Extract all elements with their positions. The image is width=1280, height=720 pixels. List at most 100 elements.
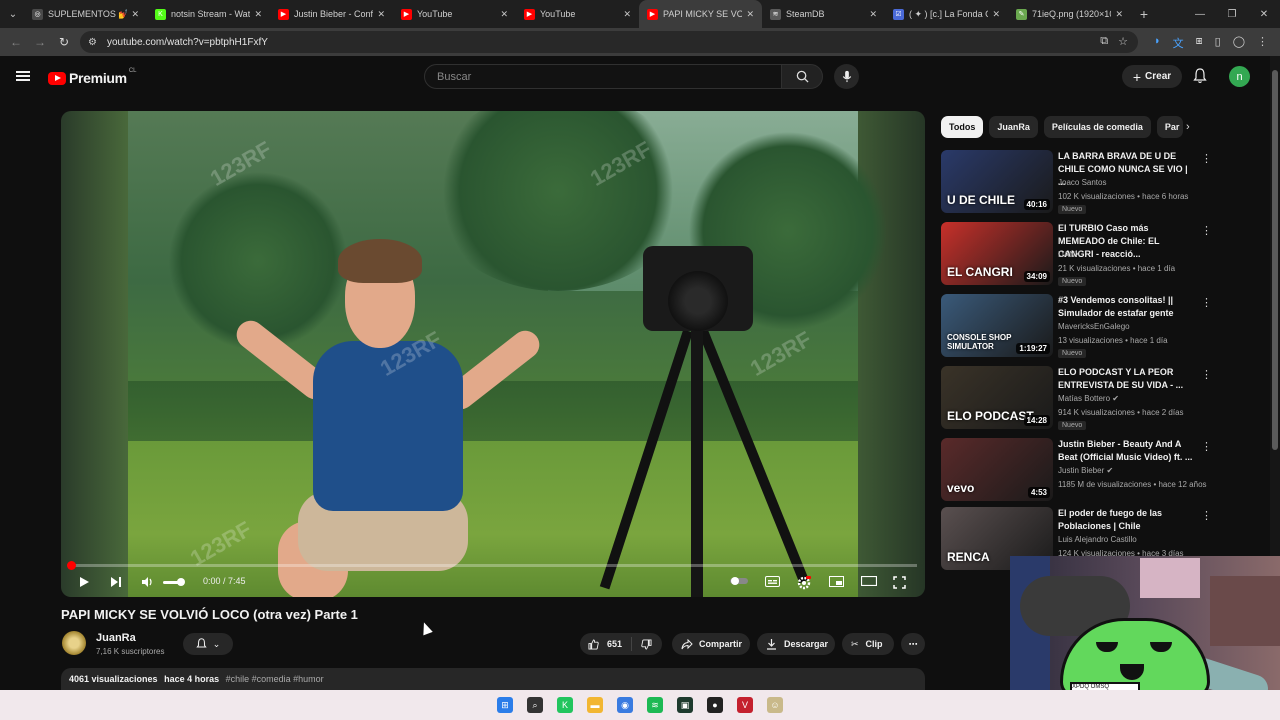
clip-button[interactable]: ✂ Clip (842, 633, 894, 655)
bookmark-star-icon[interactable]: ☆ (1118, 35, 1128, 48)
filter-chip[interactable]: JuanRa (989, 116, 1038, 138)
profile-icon[interactable]: ◯ (1233, 35, 1245, 51)
youtube-logo[interactable]: Premium CL (48, 68, 136, 86)
recommended-channel[interactable]: MavericksEnGalego (1058, 322, 1130, 331)
recommended-video[interactable]: U DE CHILE 40:16 LA BARRA BRAVA DE U DE CH… (941, 150, 1261, 216)
create-button[interactable]: + Crear (1122, 65, 1182, 88)
recommended-video[interactable]: vevo 4:53 Justin Bieber - Beauty And A Bea… (941, 438, 1261, 504)
more-vertical-icon[interactable]: ⋮ (1201, 509, 1212, 522)
hamburger-menu-icon[interactable] (16, 71, 30, 81)
tab-close-icon[interactable]: ✕ (623, 9, 631, 20)
kick-app-icon[interactable]: K (557, 697, 573, 713)
miniplayer-button[interactable] (829, 576, 844, 587)
video-thumbnail[interactable]: U DE CHILE 40:16 (941, 150, 1053, 213)
spotify-icon[interactable]: ≋ (647, 697, 663, 713)
more-vertical-icon[interactable]: ⋮ (1201, 152, 1212, 165)
recommended-video[interactable]: ELO PODCAST 14:28 ELO PODCAST Y LA PEOR EN… (941, 366, 1261, 432)
translate-icon[interactable]: 文 (1173, 35, 1184, 51)
recommended-channel[interactable]: Luis Alejandro Castillo (1058, 535, 1137, 544)
forward-button[interactable]: → (28, 35, 52, 49)
user-avatar[interactable]: n (1229, 66, 1250, 87)
share-button[interactable]: Compartir (672, 633, 750, 655)
discord-icon[interactable]: ☺ (767, 697, 783, 713)
video-thumbnail[interactable]: CONSOLE SHOP SIMULATOR 1:19:27 (941, 294, 1053, 357)
sidebar-icon[interactable]: ▯ (1215, 35, 1221, 51)
search-button[interactable] (781, 64, 823, 89)
puzzle-icon[interactable]: ⧆ (1196, 35, 1203, 51)
tab-close-icon[interactable]: ✕ (746, 9, 754, 20)
video-thumbnail[interactable]: vevo 4:53 (941, 438, 1053, 501)
browser-tab[interactable]: ≋ SteamDB ✕ (762, 0, 885, 28)
restore-icon[interactable]: ❐ (1216, 9, 1248, 20)
browser-tab[interactable]: Knotsin Stream - Watch✕ (147, 0, 270, 28)
obs-icon[interactable]: ● (707, 697, 723, 713)
terminal-icon[interactable]: ▣ (677, 697, 693, 713)
chrome-icon[interactable]: ◉ (617, 697, 633, 713)
new-tab-button[interactable]: + (1131, 6, 1157, 22)
hashtags[interactable]: #chile #comedia #humor (226, 674, 324, 684)
download-button[interactable]: Descargar (757, 633, 835, 655)
recommended-channel[interactable]: DANX (1058, 250, 1080, 259)
description-box[interactable]: 4061 visualizaciones hace 4 horas #chile… (61, 668, 925, 690)
video-thumbnail[interactable]: ELO PODCAST 14:28 (941, 366, 1053, 429)
browser-tab[interactable]: ✎ 71ieQ.png (1920×108 ✕ (1008, 0, 1131, 28)
recommended-video[interactable]: CONSOLE SHOP SIMULATOR 1:19:27 #3 Vendemos… (941, 294, 1261, 360)
browser-tab[interactable]: ☑ ( ✦ ) [c.] La Fonda Ch ✕ (885, 0, 1008, 28)
recommended-video[interactable]: EL CANGRI 34:09 El TURBIO Caso más MEMEADO… (941, 222, 1261, 288)
tab-close-icon[interactable]: ✕ (377, 9, 385, 20)
tab-search-icon[interactable]: ⌄ (2, 3, 24, 25)
recommended-title[interactable]: El poder de fuego de las Poblaciones | C… (1058, 507, 1196, 533)
channel-avatar[interactable] (62, 631, 86, 655)
browser-tab[interactable]: ▶ PAPI MICKY SE VOLVIÓ✕ (639, 0, 762, 28)
chevron-right-icon[interactable]: › (1186, 121, 1190, 133)
site-info-icon[interactable]: ⚙ (88, 37, 97, 48)
filter-chip[interactable]: Par (1156, 116, 1183, 138)
tab-close-icon[interactable]: ✕ (992, 9, 1000, 20)
voice-search-button[interactable] (834, 64, 859, 89)
tab-close-icon[interactable]: ✕ (254, 9, 262, 20)
reload-button[interactable]: ↻ (52, 35, 76, 49)
channel-name[interactable]: JuanRa (96, 632, 136, 644)
browser-tab[interactable]: ▶ YouTube ✕ (393, 0, 516, 28)
valorant-icon[interactable]: V (737, 697, 753, 713)
windows-start-icon[interactable]: ⊞ (497, 697, 513, 713)
back-button[interactable]: ← (4, 35, 28, 49)
more-vertical-icon[interactable]: ⋮ (1201, 440, 1212, 453)
recommended-title[interactable]: ELO PODCAST Y LA PEOR ENTREVISTA DE SU V… (1058, 366, 1196, 392)
browser-tab[interactable]: ▶ Justin Bieber - Confid ✕ (270, 0, 393, 28)
subtitles-button[interactable] (765, 576, 780, 587)
extension-icon[interactable]: ◗ (1154, 35, 1161, 51)
theater-mode-button[interactable] (861, 576, 877, 586)
more-vertical-icon[interactable]: ⋮ (1201, 224, 1212, 237)
address-bar[interactable]: ⚙ youtube.com/watch?v=pbtphH1FxfY ⧉ ☆ (80, 31, 1138, 53)
mute-button[interactable] (141, 576, 154, 588)
tab-close-icon[interactable]: ✕ (131, 9, 139, 20)
more-vertical-icon[interactable]: ⋮ (1201, 296, 1212, 309)
tab-close-icon[interactable]: ✕ (500, 9, 508, 20)
settings-button[interactable] (797, 576, 811, 590)
recommended-title[interactable]: Justin Bieber - Beauty And A Beat (Offic… (1058, 438, 1196, 464)
fullscreen-button[interactable] (893, 576, 906, 589)
more-actions-button[interactable]: ⋯ (901, 633, 925, 655)
recommended-channel[interactable]: Justin Bieber ✔ (1058, 466, 1113, 475)
browser-tab[interactable]: ▶ YouTube ✕ (516, 0, 639, 28)
recommended-channel[interactable]: Joaco Santos (1058, 178, 1106, 187)
next-button[interactable] (110, 576, 122, 588)
tab-close-icon[interactable]: ✕ (869, 9, 877, 20)
install-app-icon[interactable]: ⧉ (1100, 35, 1108, 48)
recommended-title[interactable]: #3 Vendemos consolitas! || Simulador de … (1058, 294, 1196, 320)
subscribed-bell-button[interactable]: ⌄ (183, 633, 233, 655)
notifications-button[interactable] (1193, 68, 1207, 89)
tab-close-icon[interactable]: ✕ (1115, 9, 1123, 20)
browser-tab[interactable]: ◎ SUPLEMENTOS 💅 ✕ (24, 0, 147, 28)
play-button[interactable] (78, 576, 90, 588)
video-player[interactable]: 123RF 123RF 123RF 123RF 123RF 0:00 / 7:4… (61, 111, 925, 597)
scrollbar-thumb[interactable] (1272, 70, 1278, 450)
close-window-icon[interactable]: ✕ (1248, 9, 1280, 20)
menu-kebab-icon[interactable]: ⋮ (1257, 35, 1268, 51)
search-icon[interactable]: ⌕ (527, 697, 543, 713)
like-button[interactable]: 651 (580, 637, 632, 651)
recommended-channel[interactable]: Matías Bottero ✔ (1058, 394, 1119, 403)
minimize-icon[interactable]: — (1184, 9, 1216, 20)
autoplay-toggle[interactable] (729, 576, 749, 586)
